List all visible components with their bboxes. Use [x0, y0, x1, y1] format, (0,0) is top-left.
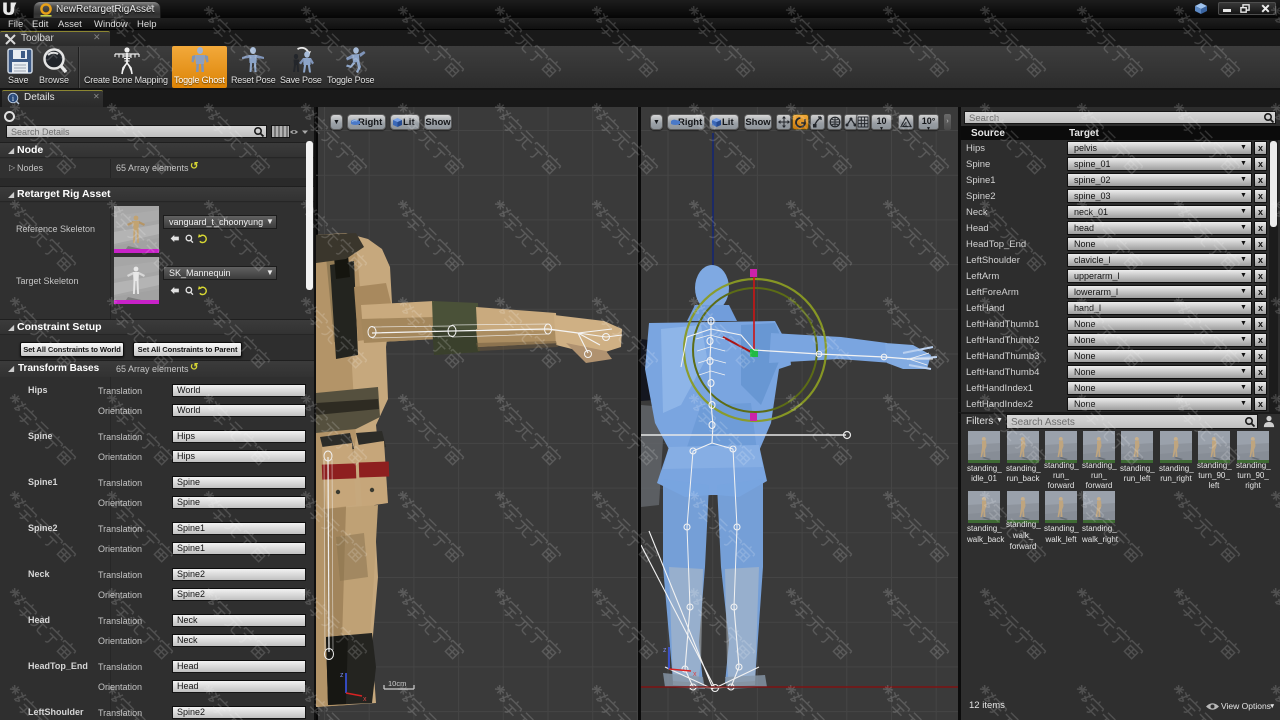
- svg-text:z: z: [663, 647, 667, 654]
- svg-text:z: z: [340, 672, 344, 679]
- svg-text:10cm: 10cm: [388, 679, 406, 688]
- svg-text:x: x: [363, 696, 367, 703]
- svg-text:x: x: [693, 671, 697, 678]
